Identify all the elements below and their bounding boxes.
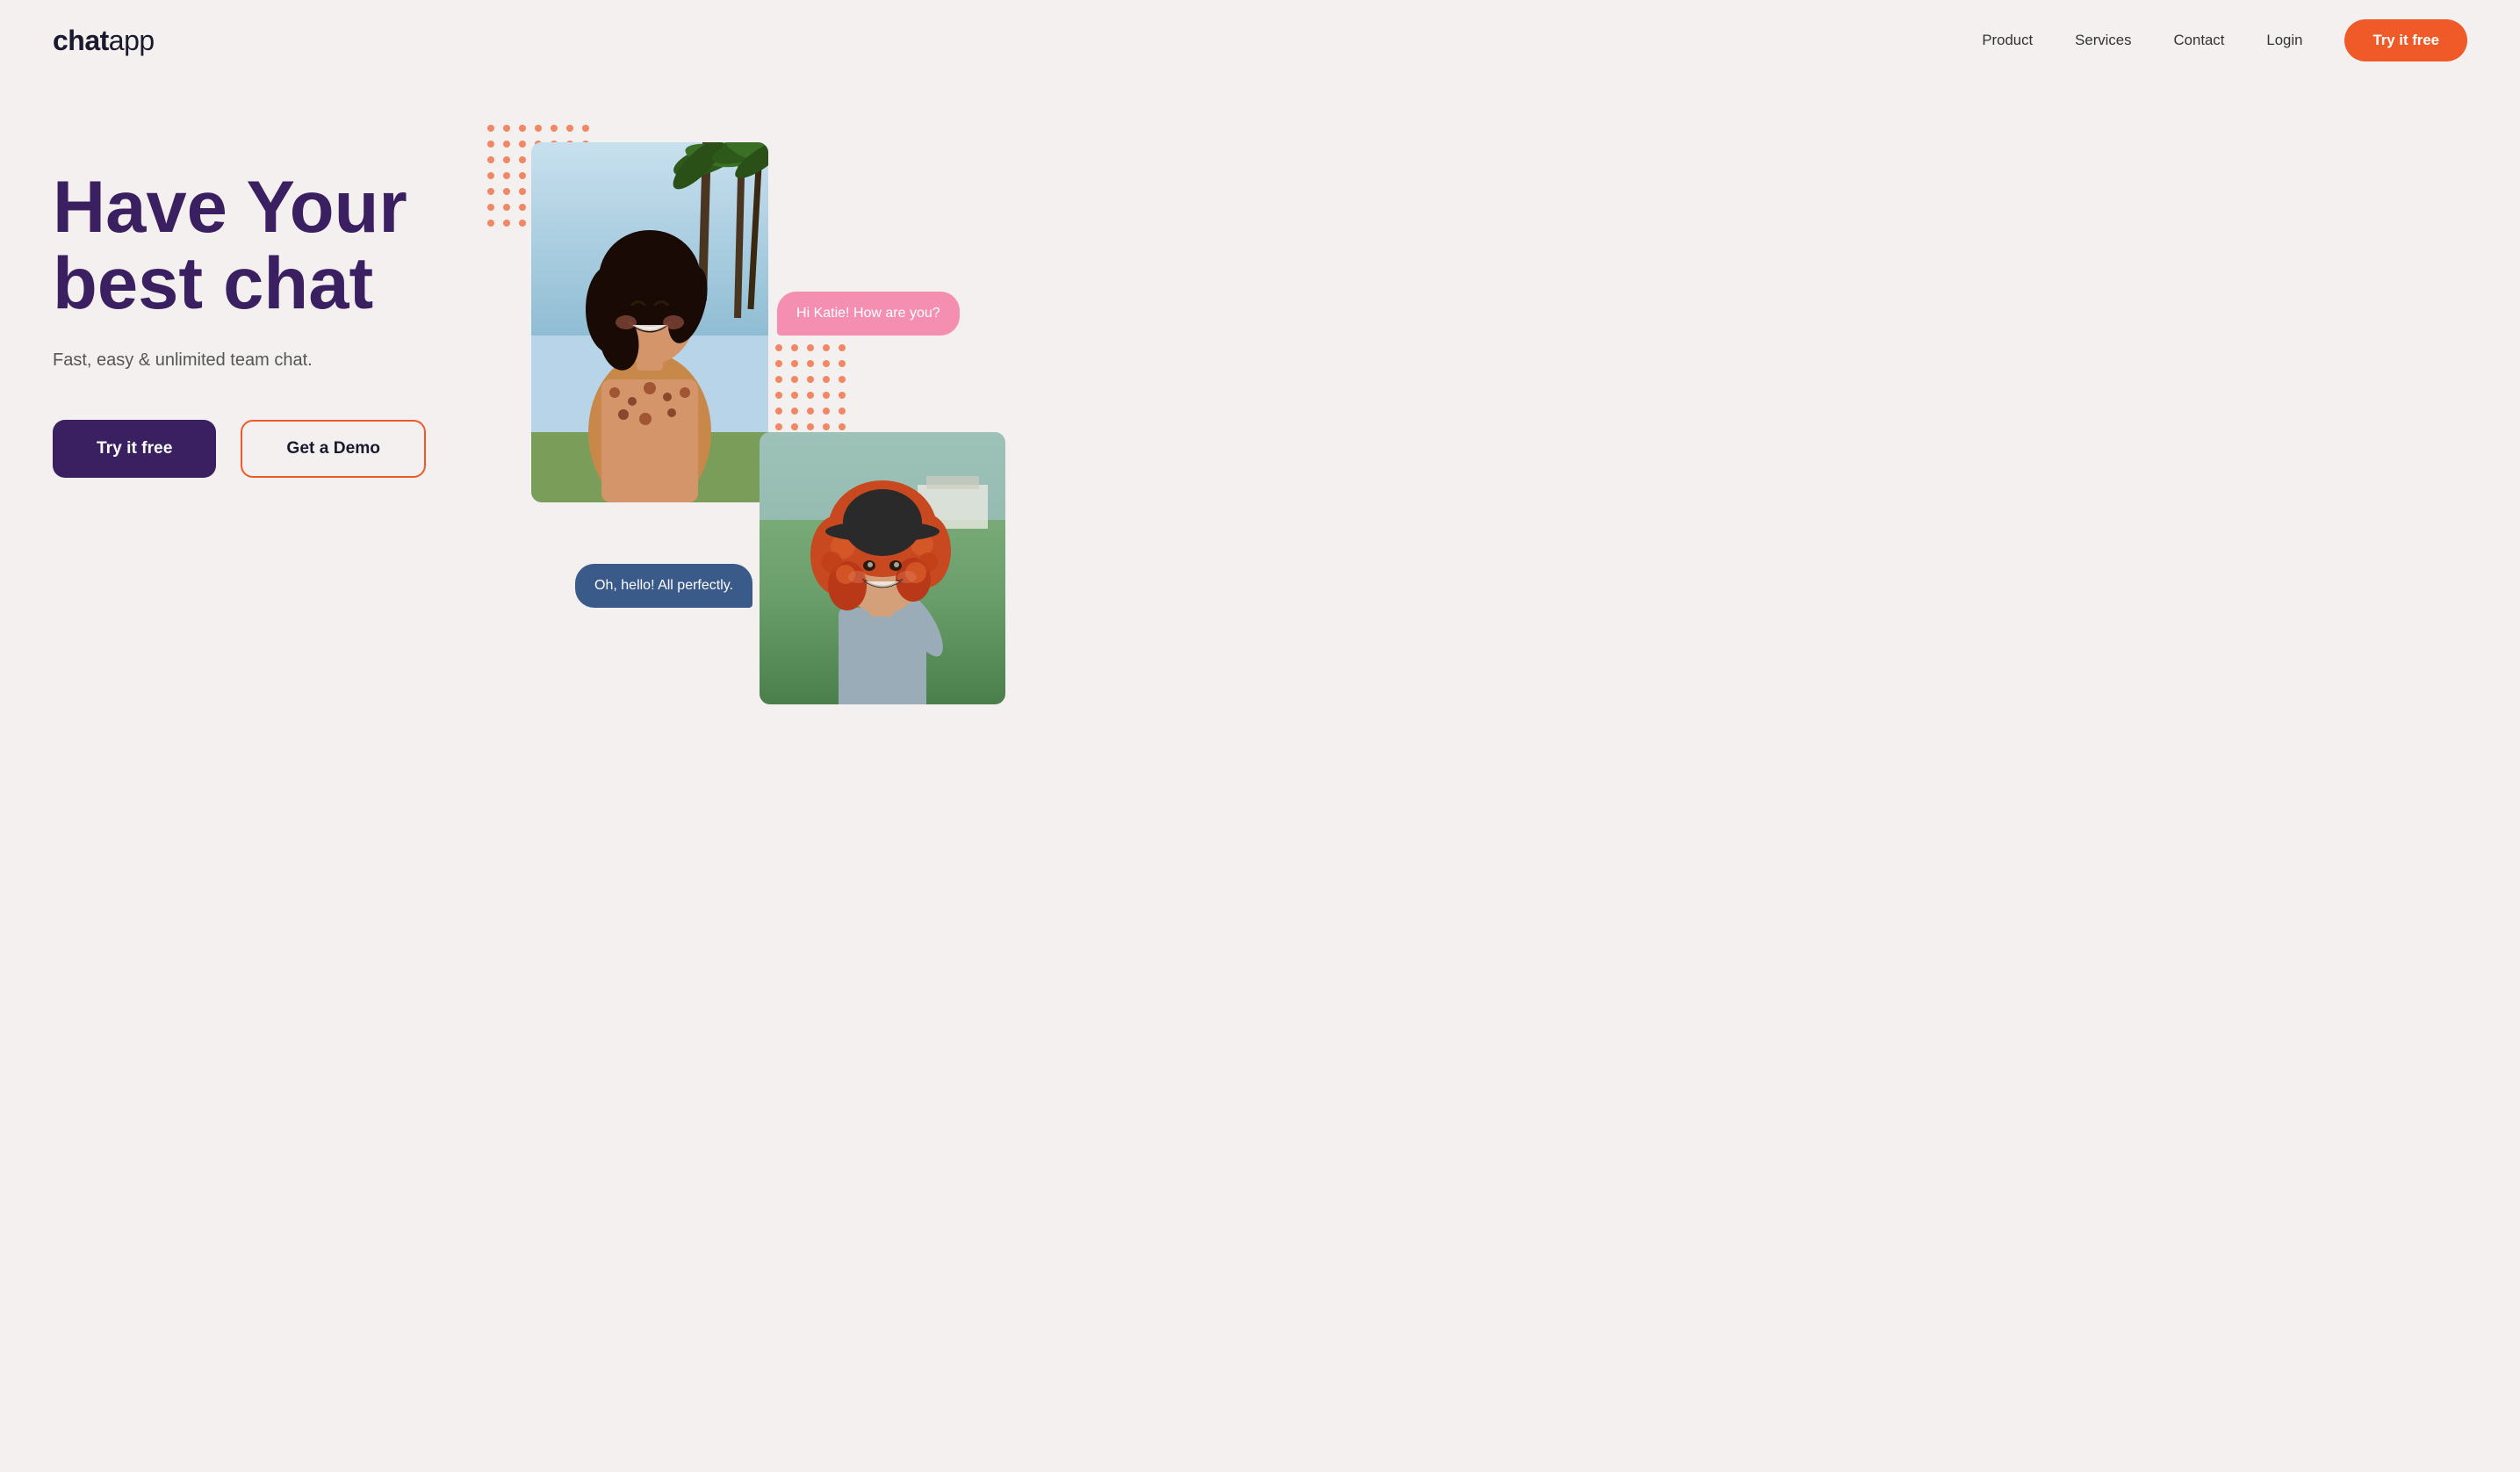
dot bbox=[503, 220, 510, 227]
dot bbox=[775, 408, 782, 415]
hero-title-line1: Have Your bbox=[53, 166, 407, 248]
dot bbox=[807, 408, 814, 415]
dot bbox=[519, 188, 526, 195]
dot bbox=[775, 423, 782, 430]
dot bbox=[503, 204, 510, 211]
hero-title-line2: best chat bbox=[53, 242, 373, 324]
logo-bold: chat bbox=[53, 25, 109, 56]
dot bbox=[791, 423, 798, 430]
get-demo-button[interactable]: Get a Demo bbox=[241, 420, 426, 478]
dot bbox=[535, 125, 542, 132]
dot bbox=[519, 141, 526, 148]
dot bbox=[487, 220, 494, 227]
try-free-button[interactable]: Try it free bbox=[53, 420, 216, 478]
hero-section: Have Your best chat Fast, easy & unlimit… bbox=[0, 81, 2520, 1472]
dot bbox=[775, 360, 782, 367]
dot bbox=[807, 392, 814, 399]
dot bbox=[839, 360, 846, 367]
dot bbox=[503, 188, 510, 195]
chat-bubble-reply: Oh, hello! All perfectly. bbox=[575, 564, 752, 608]
dot bbox=[823, 408, 830, 415]
dot bbox=[519, 125, 526, 132]
nav-services[interactable]: Services bbox=[2075, 32, 2131, 49]
hero-title: Have Your best chat bbox=[53, 169, 426, 322]
hero-subtitle: Fast, easy & unlimited team chat. bbox=[53, 350, 426, 371]
dot bbox=[791, 344, 798, 351]
dot bbox=[487, 156, 494, 163]
dot bbox=[823, 344, 830, 351]
dot bbox=[839, 423, 846, 430]
dot bbox=[775, 376, 782, 383]
dot bbox=[807, 344, 814, 351]
dot bbox=[791, 360, 798, 367]
dot bbox=[839, 392, 846, 399]
dot bbox=[503, 156, 510, 163]
dot bbox=[791, 376, 798, 383]
dot bbox=[839, 344, 846, 351]
hero-left: Have Your best chat Fast, easy & unlimit… bbox=[53, 116, 426, 478]
dot bbox=[823, 423, 830, 430]
dot bbox=[487, 188, 494, 195]
dots-decoration-middle bbox=[760, 344, 846, 430]
dot bbox=[791, 392, 798, 399]
dot bbox=[503, 141, 510, 148]
dot bbox=[823, 360, 830, 367]
dot bbox=[775, 392, 782, 399]
dot bbox=[807, 376, 814, 383]
dot bbox=[823, 392, 830, 399]
nav-try-button[interactable]: Try it free bbox=[2344, 19, 2467, 61]
nav-links: Product Services Contact Login Try it fr… bbox=[1982, 19, 2467, 61]
logo-thin: app bbox=[109, 25, 155, 56]
chat-bubble-greeting: Hi Katie! How are you? bbox=[777, 292, 960, 336]
dot bbox=[839, 376, 846, 383]
dot bbox=[823, 376, 830, 383]
navbar: chatapp Product Services Contact Login T… bbox=[0, 0, 2520, 81]
cta-buttons: Try it free Get a Demo bbox=[53, 420, 426, 478]
dot bbox=[487, 125, 494, 132]
photo-card-woman2 bbox=[760, 432, 1005, 704]
dot bbox=[775, 344, 782, 351]
dot bbox=[582, 125, 589, 132]
dot bbox=[519, 220, 526, 227]
dot bbox=[566, 125, 573, 132]
logo[interactable]: chatapp bbox=[53, 25, 155, 57]
dot bbox=[503, 125, 510, 132]
hero-right: Hi Katie! How are you? Oh, hello! All pe… bbox=[461, 116, 2467, 713]
nav-login[interactable]: Login bbox=[2266, 32, 2302, 49]
dot bbox=[487, 141, 494, 148]
dot bbox=[519, 172, 526, 179]
dot bbox=[807, 360, 814, 367]
dot bbox=[503, 172, 510, 179]
nav-contact[interactable]: Contact bbox=[2174, 32, 2225, 49]
dot bbox=[791, 408, 798, 415]
dot bbox=[839, 408, 846, 415]
nav-product[interactable]: Product bbox=[1982, 32, 2033, 49]
dot bbox=[487, 204, 494, 211]
photo-card-woman1 bbox=[531, 142, 768, 502]
dot bbox=[551, 125, 558, 132]
dot bbox=[519, 156, 526, 163]
dot bbox=[807, 423, 814, 430]
dot bbox=[487, 172, 494, 179]
dot bbox=[519, 204, 526, 211]
